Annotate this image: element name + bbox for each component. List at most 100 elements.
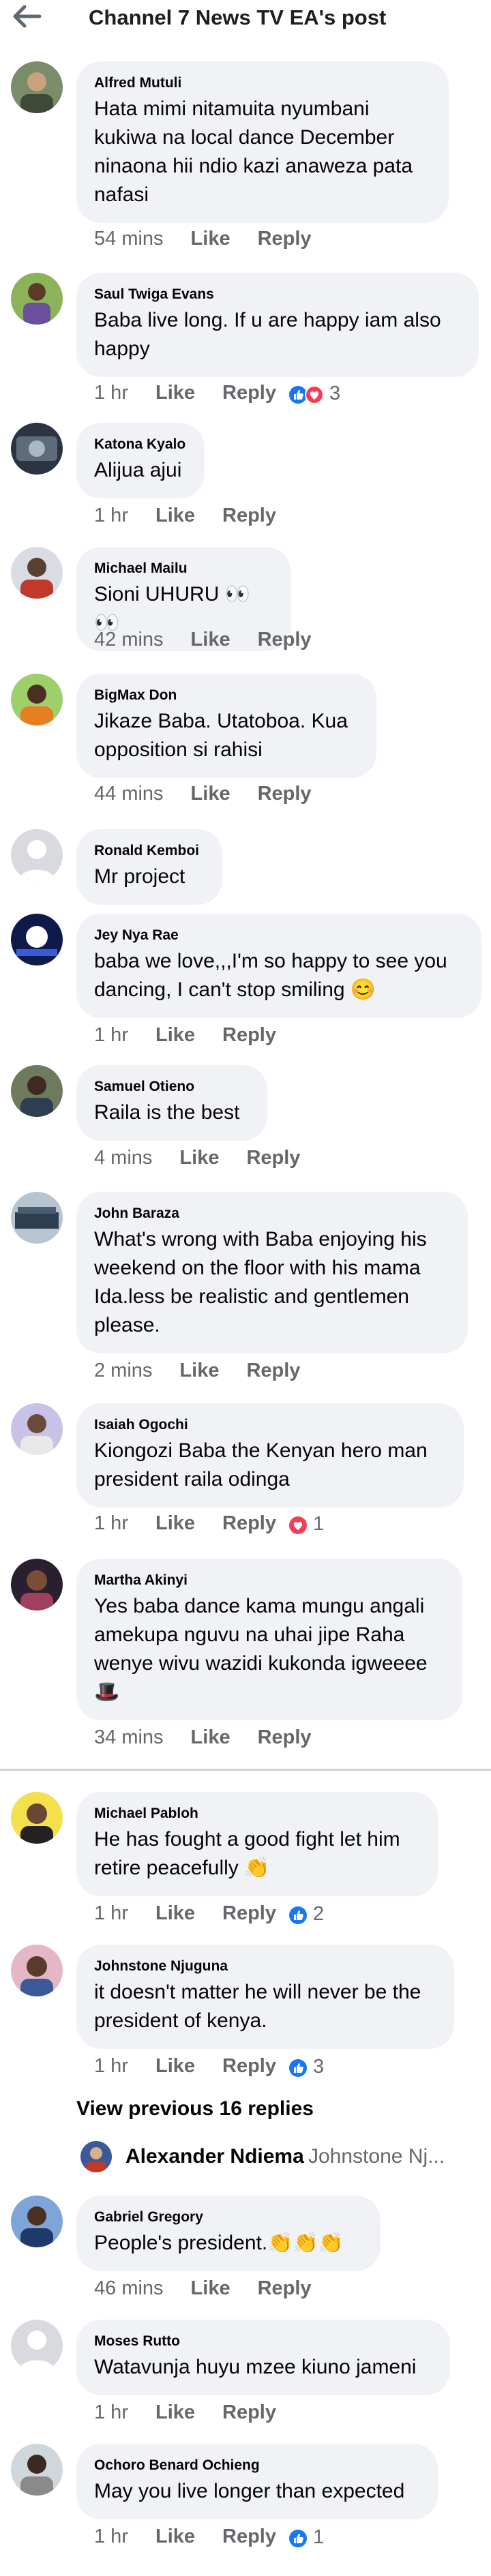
like-button[interactable]: Like: [155, 380, 195, 405]
comment-author[interactable]: John Baraza: [94, 1204, 449, 1223]
like-button[interactable]: Like: [155, 2524, 195, 2549]
comment-author[interactable]: Michael Pabloh: [94, 1804, 419, 1823]
comment-bubble[interactable]: Saul Twiga Evans Baba live long. If u ar…: [76, 273, 479, 377]
reaction-summary[interactable]: 3: [288, 2054, 324, 2079]
avatar[interactable]: [11, 914, 63, 965]
reaction-summary[interactable]: 2: [288, 1902, 324, 1926]
comment-author[interactable]: Ochoro Benard Ochieng: [94, 2456, 419, 2474]
like-button[interactable]: Like: [179, 1145, 219, 1170]
like-button[interactable]: Like: [191, 1725, 230, 1750]
comment-bubble[interactable]: Katona Kyalo Alijua ajui: [76, 423, 205, 498]
comment-author[interactable]: Moses Rutto: [94, 2332, 431, 2350]
like-button[interactable]: Like: [191, 226, 230, 251]
like-button[interactable]: Like: [191, 781, 230, 806]
reply-button[interactable]: Reply: [258, 2276, 312, 2301]
comment-bubble[interactable]: Johnstone Njuguna it doesn't matter he w…: [76, 1945, 454, 2049]
reaction-summary[interactable]: 1: [288, 1512, 324, 1536]
avatar[interactable]: [11, 1559, 63, 1611]
avatar[interactable]: [11, 1403, 63, 1455]
comment-author[interactable]: Jey Nya Rae: [94, 926, 462, 944]
like-button[interactable]: Like: [155, 1511, 195, 1536]
comment-text: He has fought a good fight let him retir…: [94, 1828, 400, 1879]
comment-text: People's president.👏👏👏: [94, 2232, 344, 2254]
comment-text: baba we love,,,I'm so happy to see you d…: [94, 950, 447, 1001]
comment-author[interactable]: Katona Kyalo: [94, 435, 185, 453]
comment-author[interactable]: Gabriel Gregory: [94, 2208, 361, 2226]
reply-button[interactable]: Reply: [258, 627, 312, 652]
reply-button[interactable]: Reply: [222, 503, 276, 528]
comment-bubble[interactable]: Jey Nya Rae baba we love,,,I'm so happy …: [76, 914, 481, 1018]
comment-author[interactable]: BigMax Don: [94, 686, 357, 704]
avatar[interactable]: [11, 2444, 63, 2496]
comment-author[interactable]: Samuel Otieno: [94, 1077, 248, 1096]
reply-button[interactable]: Reply: [258, 1725, 312, 1750]
reaction-count: 1: [313, 1513, 325, 1536]
avatar[interactable]: [11, 1065, 63, 1117]
like-button[interactable]: Like: [191, 627, 230, 652]
reaction-summary[interactable]: 3: [288, 381, 340, 406]
like-button[interactable]: Like: [191, 2276, 230, 2301]
reply-button[interactable]: Reply: [258, 781, 312, 806]
avatar[interactable]: [11, 61, 63, 113]
comment-author[interactable]: Alfred Mutuli: [94, 74, 430, 92]
avatar[interactable]: [11, 547, 63, 599]
like-button[interactable]: Like: [155, 2400, 195, 2425]
comment-bubble[interactable]: Isaiah Ogochi Kiongozi Baba the Kenyan h…: [76, 1403, 464, 1508]
section-divider: [0, 1769, 491, 1771]
comment-author[interactable]: Martha Akinyi: [94, 1571, 443, 1589]
comment-author[interactable]: Saul Twiga Evans: [94, 285, 460, 303]
avatar[interactable]: [11, 829, 63, 881]
reply-button[interactable]: Reply: [222, 2400, 276, 2425]
comment-bubble[interactable]: Samuel Otieno Raila is the best: [76, 1065, 267, 1141]
comment-bubble[interactable]: Michael Pabloh He has fought a good figh…: [76, 1792, 438, 1896]
reply-button[interactable]: Reply: [258, 226, 312, 251]
reply-button[interactable]: Reply: [222, 1023, 276, 1047]
comment-bubble[interactable]: John Baraza What's wrong with Baba enjoy…: [76, 1192, 468, 1353]
avatar[interactable]: [11, 674, 63, 725]
comment-bubble[interactable]: Ochoro Benard Ochieng May you live longe…: [76, 2444, 438, 2519]
view-previous-replies-link[interactable]: View previous 16 replies: [76, 2097, 314, 2121]
comment-text: Mr project: [94, 865, 185, 888]
comment-text: Alijua ajui: [94, 459, 182, 481]
reply-button[interactable]: Reply: [222, 2054, 276, 2078]
avatar[interactable]: [11, 1192, 63, 1244]
back-arrow-icon[interactable]: [10, 3, 44, 33]
comment-time: 1 hr: [94, 2526, 128, 2547]
like-button[interactable]: Like: [155, 503, 195, 528]
reply-button[interactable]: Reply: [246, 1358, 300, 1383]
comment-bubble[interactable]: Moses Rutto Watavunja huyu mzee kiuno ja…: [76, 2320, 450, 2395]
like-button[interactable]: Like: [179, 1358, 219, 1383]
like-button[interactable]: Like: [155, 1023, 195, 1047]
avatar[interactable]: [11, 1792, 63, 1844]
avatar[interactable]: [80, 2141, 112, 2172]
reply-button[interactable]: Reply: [246, 1145, 300, 1170]
comment-bubble[interactable]: Ronald Kemboi Mr project: [76, 829, 222, 905]
comment-text: it doesn't matter he will never be the p…: [94, 1981, 421, 2032]
avatar[interactable]: [11, 2196, 63, 2247]
reaction-summary[interactable]: 1: [288, 2525, 324, 2549]
comment-bubble[interactable]: Martha Akinyi Yes baba dance kama mungu …: [76, 1559, 462, 1720]
comment-author[interactable]: Ronald Kemboi: [94, 841, 203, 860]
reply-author[interactable]: Alexander Ndiema: [125, 2145, 304, 2168]
comment-time: 42 mins: [94, 629, 164, 650]
reaction-count: 3: [313, 2056, 325, 2078]
avatar[interactable]: [11, 273, 63, 325]
comment-bubble[interactable]: Gabriel Gregory People's president.👏👏👏: [76, 2196, 381, 2271]
like-button[interactable]: Like: [155, 2054, 195, 2078]
like-button[interactable]: Like: [155, 1901, 195, 1926]
comment-text: May you live longer than expected: [94, 2480, 405, 2502]
reply-button[interactable]: Reply: [222, 1511, 276, 1536]
reply-button[interactable]: Reply: [222, 380, 276, 405]
comment-bubble[interactable]: Alfred Mutuli Hata mimi nitamuita nyumba…: [76, 61, 449, 223]
avatar[interactable]: [11, 2320, 63, 2371]
comment-bubble[interactable]: BigMax Don Jikaze Baba. Utatoboa. Kua op…: [76, 674, 376, 778]
avatar[interactable]: [11, 1945, 63, 1996]
comment-author[interactable]: Johnstone Njuguna: [94, 1957, 435, 1975]
comment-time: 1 hr: [94, 505, 128, 526]
reply-button[interactable]: Reply: [222, 2524, 276, 2549]
reply-button[interactable]: Reply: [222, 1901, 276, 1926]
avatar[interactable]: [11, 423, 63, 475]
like-reaction-icon: [289, 1906, 307, 1924]
comment-author[interactable]: Isaiah Ogochi: [94, 1416, 445, 1434]
comment-author[interactable]: Michael Mailu: [94, 559, 271, 578]
